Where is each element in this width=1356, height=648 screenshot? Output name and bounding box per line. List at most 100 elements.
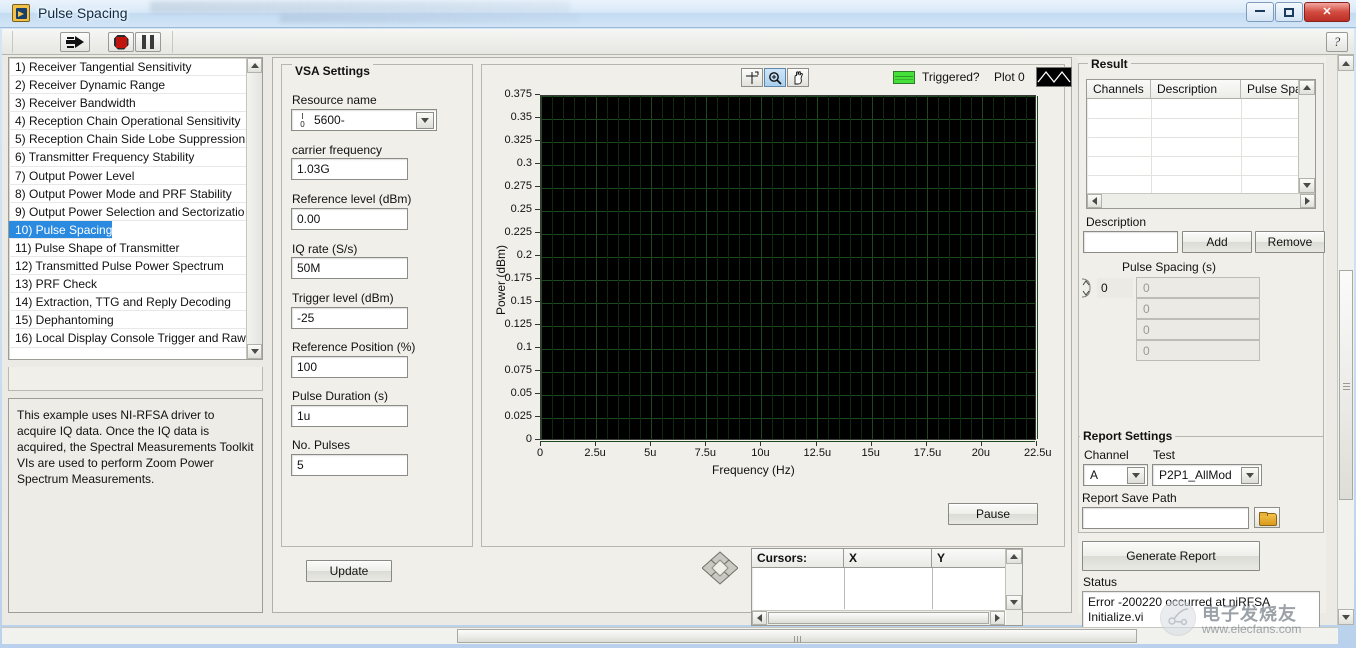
reference-level-label: Reference level (dBm) [292, 192, 411, 206]
sidebar-item-2[interactable]: 2) Receiver Dynamic Range [9, 76, 246, 94]
pause-graph-button[interactable]: Pause [948, 503, 1038, 525]
sidebar-item-11[interactable]: 11) Pulse Shape of Transmitter [9, 239, 246, 257]
test-list[interactable]: 1) Receiver Tangential Sensitivity2) Rec… [8, 57, 263, 360]
result-scroll-left-button[interactable] [1087, 194, 1102, 208]
browse-folder-button[interactable] [1254, 507, 1280, 528]
panel-horizontal-scrollbar[interactable] [2, 627, 1338, 644]
chevron-right-icon [995, 614, 1000, 622]
y-tick-label: 0.35 [511, 111, 540, 123]
cursor-hscrollbar[interactable] [752, 610, 1005, 625]
chevron-up-icon [1010, 554, 1018, 559]
scroll-down-button[interactable] [247, 344, 262, 359]
zoom-tool-button[interactable] [764, 68, 786, 87]
result-hscrollbar[interactable] [1087, 193, 1315, 208]
triggered-label: Triggered? [922, 70, 980, 84]
update-button[interactable]: Update [306, 560, 392, 582]
channel-dropdown-button[interactable] [1127, 467, 1145, 484]
report-save-path-input[interactable] [1082, 507, 1249, 529]
test-label: Test [1153, 448, 1175, 462]
result-table[interactable]: Channels Description Pulse Spa [1086, 79, 1316, 209]
test-combo[interactable]: P2P1_AllMod [1152, 464, 1262, 486]
pulse-spacing-index-spinner[interactable] [1080, 277, 1096, 299]
pause-button[interactable] [135, 32, 161, 52]
sidebar-item-4[interactable]: 4) Reception Chain Operational Sensitivi… [9, 112, 246, 130]
cursor-scroll-left-button[interactable] [752, 611, 767, 625]
sidebar-item-8[interactable]: 8) Output Power Mode and PRF Stability [9, 185, 246, 203]
pause-icon [142, 35, 154, 49]
sidebar-item-1[interactable]: 1) Receiver Tangential Sensitivity [9, 58, 246, 76]
result-scroll-down-button[interactable] [1299, 178, 1315, 193]
cursor-hscroll-thumb[interactable] [768, 612, 989, 624]
sidebar-item-7[interactable]: 7) Output Power Level [9, 167, 246, 185]
sidebar-item-14[interactable]: 14) Extraction, TTG and Reply Decoding [9, 293, 246, 311]
abort-execution-button[interactable] [108, 32, 134, 52]
y-tick-label: 0.125 [504, 318, 540, 330]
sidebar-item-16[interactable]: 16) Local Display Console Trigger and Ra… [9, 329, 246, 347]
chevron-down-icon [251, 349, 259, 354]
cursor-move-pad[interactable] [702, 550, 738, 586]
panel-hscroll-thumb[interactable] [457, 629, 1137, 643]
description-input[interactable] [1083, 231, 1178, 253]
sidebar-item-15[interactable]: 15) Dephantoming [9, 311, 246, 329]
sidebar-item-9[interactable]: 9) Output Power Selection and Sectorizat… [9, 203, 246, 221]
sidebar-item-5[interactable]: 5) Reception Chain Side Lobe Suppression [9, 130, 246, 148]
resource-name-combo[interactable]: I0 5600- [291, 109, 437, 131]
plot-canvas[interactable] [540, 95, 1036, 440]
reference-position-input[interactable]: 100 [291, 356, 408, 378]
pulse-duration-label: Pulse Duration (s) [292, 389, 388, 403]
iq-rate-input[interactable]: 50M [291, 257, 408, 279]
maximize-button[interactable] [1275, 2, 1303, 22]
panel-vscroll-thumb[interactable] [1339, 270, 1353, 500]
no-pulses-input[interactable]: 5 [291, 454, 408, 476]
result-vscrollbar[interactable] [1298, 80, 1315, 193]
channel-combo[interactable]: A [1083, 464, 1148, 486]
context-help-button[interactable]: ? [1326, 32, 1348, 52]
sidebar-item-6[interactable]: 6) Transmitter Frequency Stability [9, 148, 246, 166]
background-window-ghost [150, 1, 570, 13]
result-scroll-up-button[interactable] [1299, 80, 1315, 95]
sidebar-item-10[interactable]: 10) Pulse Spacing [9, 221, 112, 239]
run-continuously-button[interactable] [60, 32, 90, 52]
trigger-level-input[interactable]: -25 [291, 307, 408, 329]
trigger-level-label: Trigger level (dBm) [292, 291, 394, 305]
chevron-left-icon [1092, 197, 1097, 205]
run-continuously-icon [66, 36, 84, 48]
cursor-scroll-up-button[interactable] [1006, 549, 1022, 564]
close-button[interactable]: ✕ [1304, 2, 1350, 22]
legend-plot-swatch[interactable] [1036, 67, 1072, 87]
y-tick-label: 0.25 [511, 203, 540, 215]
labview-vi-icon [12, 4, 30, 22]
carrier-frequency-input[interactable]: 1.03G [291, 158, 408, 180]
watermark-logo-icon [1160, 600, 1196, 636]
cursor-scroll-right-button[interactable] [990, 611, 1005, 625]
cursor-legend-table[interactable]: Cursors: X Y [751, 548, 1023, 626]
generate-report-button[interactable]: Generate Report [1082, 541, 1260, 571]
pan-hand-tool-button[interactable] [787, 68, 809, 87]
sidebar-item-3[interactable]: 3) Receiver Bandwidth [9, 94, 246, 112]
resource-name-dropdown-button[interactable] [416, 112, 434, 129]
pulse-duration-input[interactable]: 1u [291, 405, 408, 427]
x-tick-mark [650, 441, 651, 446]
example-description: This example uses NI-RFSA driver to acqu… [8, 398, 263, 613]
cursor-scroll-down-button[interactable] [1006, 595, 1022, 610]
y-tick-label: 0.375 [504, 88, 540, 100]
sidebar-item-12[interactable]: 12) Transmitted Pulse Power Spectrum [9, 257, 246, 275]
panel-vertical-scrollbar[interactable] [1337, 55, 1354, 625]
panel-scroll-up-button[interactable] [1338, 55, 1354, 71]
cursor-tool-button[interactable] [741, 68, 763, 87]
vi-toolbar: ? [2, 29, 1354, 55]
test-dropdown-button[interactable] [1241, 467, 1259, 484]
cursor-vscrollbar[interactable] [1005, 549, 1022, 610]
chevron-up-icon [251, 63, 259, 68]
test-list-scrollbar[interactable] [246, 58, 262, 359]
scroll-grip [797, 636, 798, 643]
minimize-button[interactable] [1246, 2, 1274, 22]
watermark-circuit-icon [1161, 601, 1195, 635]
reference-level-input[interactable]: 0.00 [291, 208, 408, 230]
pulse-spacing-index-value[interactable]: 0 [1097, 278, 1133, 298]
scroll-up-button[interactable] [247, 58, 262, 73]
add-button[interactable]: Add [1182, 231, 1252, 253]
result-scroll-right-button[interactable] [1300, 194, 1315, 208]
remove-button[interactable]: Remove [1255, 231, 1325, 253]
sidebar-item-13[interactable]: 13) PRF Check [9, 275, 246, 293]
